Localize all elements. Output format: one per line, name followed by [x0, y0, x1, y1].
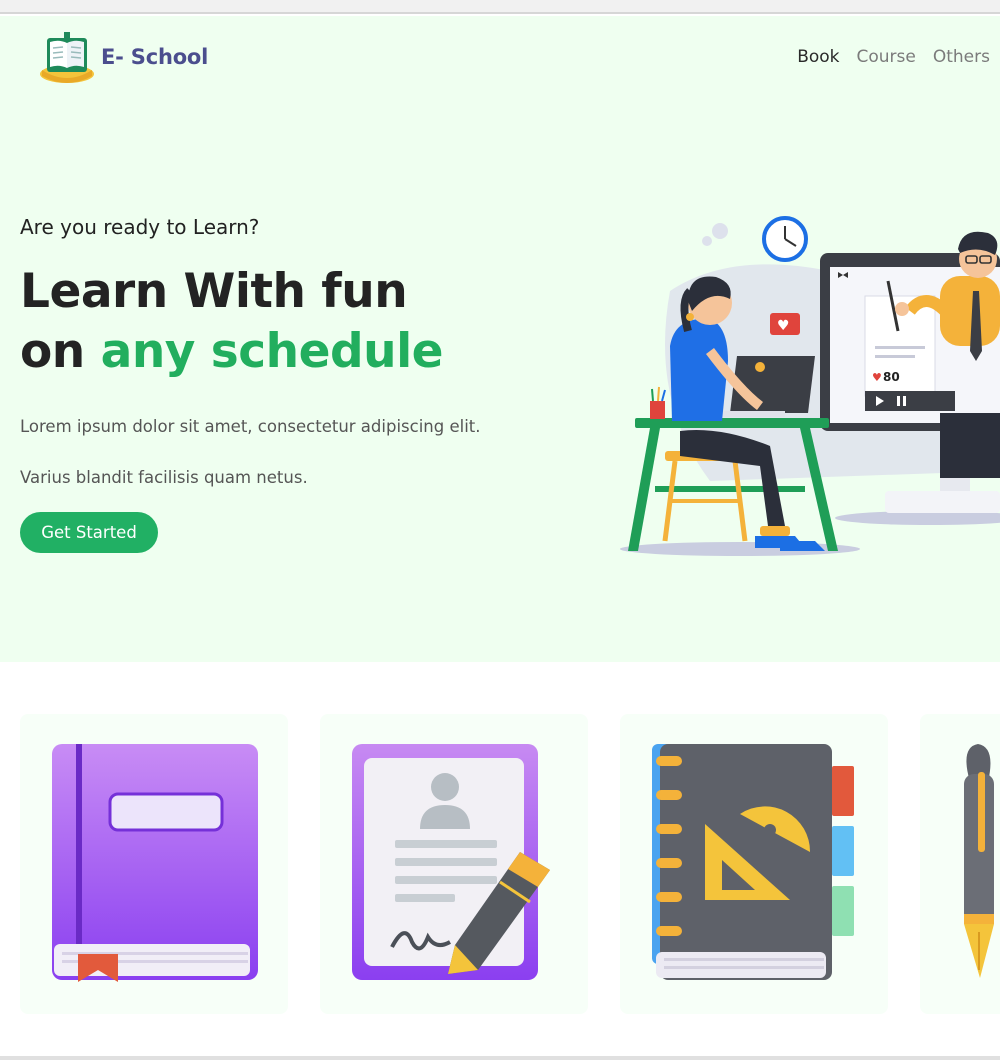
svg-text:♥: ♥: [872, 371, 882, 384]
headline-line-1: Learn With fun: [20, 264, 408, 319]
browser-top-strip: [0, 0, 1000, 14]
viewer-count: 80: [883, 370, 900, 384]
open-book-emblem-icon[interactable]: [38, 30, 96, 86]
notebook-ruler-protractor-icon: [652, 744, 854, 980]
hero-paragraph-1: Lorem ipsum dolor sit amet, consectetur …: [20, 417, 481, 436]
fountain-pen-icon: [964, 744, 994, 978]
card-purple-book[interactable]: [20, 714, 288, 1014]
purple-book-icon: [52, 744, 258, 982]
category-cards: [0, 662, 1000, 1060]
card-document-sign[interactable]: [320, 714, 588, 1014]
get-started-button[interactable]: Get Started: [20, 512, 158, 553]
page-bottom-edge: [0, 1056, 1000, 1060]
hero-headline: Learn With fun on any schedule: [20, 262, 444, 382]
hero-paragraph-2: Varius blandit facilisis quam netus.: [20, 468, 308, 487]
svg-text:♥: ♥: [777, 318, 790, 334]
document-signing-pen-icon: [352, 744, 550, 980]
nav-item-book[interactable]: Book: [797, 47, 839, 67]
card-fountain-pen[interactable]: [920, 714, 1000, 1014]
main-nav: Book Course Others: [797, 47, 990, 67]
nav-item-course[interactable]: Course: [857, 47, 916, 67]
brand-name[interactable]: E- School: [101, 45, 208, 69]
headline-accent: any schedule: [100, 324, 444, 379]
hero-tagline: Are you ready to Learn?: [20, 215, 260, 239]
online-learning-illustration: ♥ 80 ♥: [610, 201, 1000, 576]
hero-section: E- School Book Course Others Are you rea…: [0, 16, 1000, 662]
headline-line-2-prefix: on: [20, 324, 101, 379]
card-notebook-geometry[interactable]: [620, 714, 888, 1014]
nav-item-others[interactable]: Others: [933, 47, 990, 67]
